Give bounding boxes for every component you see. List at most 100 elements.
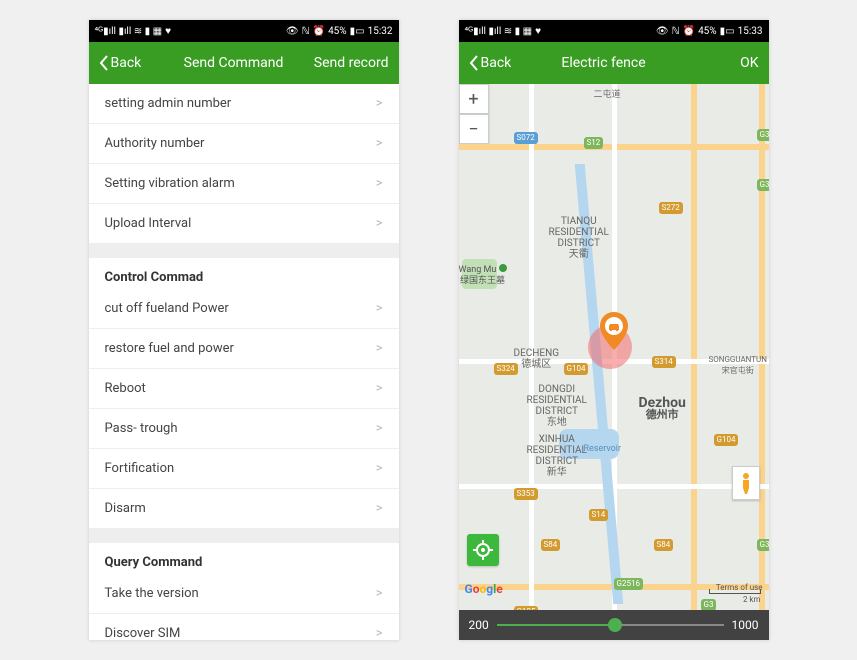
row-take-version[interactable]: Take the version > bbox=[89, 574, 399, 614]
map-label-wangmu: Wang Mu 绿国东王墓 bbox=[459, 264, 507, 287]
back-label: Back bbox=[111, 55, 142, 71]
section-control-command: Control Commad bbox=[89, 258, 399, 289]
highway bbox=[759, 84, 765, 610]
battery-level: 45% bbox=[328, 26, 347, 37]
row-upload-interval[interactable]: Upload Interval > bbox=[89, 204, 399, 244]
eye-icon: 👁 bbox=[286, 26, 299, 37]
road-shield: S324 bbox=[494, 363, 518, 375]
chevron-right-icon: > bbox=[376, 461, 383, 476]
chevron-right-icon: > bbox=[376, 216, 383, 231]
row-authority-number[interactable]: Authority number> bbox=[89, 124, 399, 164]
status-bar: ⁴ᴳ▮ıll ▮ıll ≋ ▮ ▦ ♥ 👁 ℕ ⏰ 45% ▮▭ 15:32 bbox=[89, 20, 399, 42]
radius-slider-bar: 200 1000 bbox=[459, 610, 769, 640]
chevron-left-icon bbox=[99, 55, 109, 71]
zoom-in-button[interactable]: + bbox=[459, 84, 489, 114]
road-shield: G3 bbox=[757, 179, 769, 191]
locate-button[interactable] bbox=[467, 534, 499, 566]
chevron-right-icon: > bbox=[376, 341, 383, 356]
row-admin-number[interactable]: setting admin number> bbox=[89, 84, 399, 124]
chevron-right-icon: > bbox=[376, 136, 383, 151]
pegman-button[interactable] bbox=[732, 466, 760, 500]
road-shield: S84 bbox=[541, 539, 561, 551]
heart-icon: ♥ bbox=[165, 26, 171, 37]
page-title: Send Command bbox=[184, 55, 284, 71]
chevron-right-icon: > bbox=[376, 381, 383, 396]
scale-text: 2 km bbox=[743, 595, 761, 604]
road-shield: G3 bbox=[757, 129, 769, 141]
row-label: Take the version bbox=[105, 586, 199, 601]
back-button[interactable]: Back bbox=[99, 55, 159, 71]
road-shield: S12 bbox=[584, 137, 604, 149]
clock: 15:32 bbox=[368, 26, 393, 37]
row-label: Fortification bbox=[105, 461, 175, 476]
map-label-reservoir: Reservoir bbox=[584, 444, 622, 455]
map-label-songguantun: SONGGUANTUN宋官屯街 bbox=[709, 354, 767, 376]
chevron-right-icon: > bbox=[376, 301, 383, 316]
road-shield: S353 bbox=[514, 488, 538, 500]
map-label-decheng: DECHENG德城区 bbox=[514, 348, 560, 370]
row-vibration-alarm[interactable]: Setting vibration alarm> bbox=[89, 164, 399, 204]
road-shield: S272 bbox=[659, 202, 683, 214]
map-label-dongdi: DONGDIRESIDENTIALDISTRICT东地 bbox=[527, 384, 587, 428]
row-cutoff-fuel-power[interactable]: cut off fueland Power > bbox=[89, 289, 399, 329]
chevron-right-icon: > bbox=[376, 626, 383, 640]
row-label: Discover SIM bbox=[105, 626, 181, 640]
alarm-icon: ⏰ bbox=[313, 26, 325, 37]
road-shield: G104 bbox=[564, 363, 589, 375]
radius-slider[interactable] bbox=[497, 615, 724, 635]
row-disarm[interactable]: Disarm> bbox=[89, 489, 399, 529]
signal-icons: ⁴ᴳ▮ıll ▮ıll ≋ ▮ ▦ bbox=[465, 26, 533, 37]
ok-button[interactable]: OK bbox=[678, 55, 758, 71]
section-query-command: Query Command bbox=[89, 543, 399, 574]
nfc-icon: ℕ bbox=[302, 26, 310, 37]
eye-icon: 👁 bbox=[656, 26, 669, 37]
alarm-icon: ⏰ bbox=[683, 26, 695, 37]
vehicle-pin[interactable] bbox=[599, 312, 629, 350]
chevron-right-icon: > bbox=[376, 96, 383, 111]
row-discover-sim[interactable]: Discover SIM > bbox=[89, 614, 399, 640]
map-label-erqidao: 二屯道 bbox=[594, 90, 621, 101]
back-label: Back bbox=[481, 55, 512, 71]
map-label-xinhua: XINHUARESIDENTIALDISTRICT新华 bbox=[527, 434, 587, 478]
road-shield: G3 bbox=[757, 539, 769, 551]
chevron-right-icon: > bbox=[376, 586, 383, 601]
row-restore-fuel-power[interactable]: restore fuel and power > bbox=[89, 329, 399, 369]
road-shield: G2516 bbox=[614, 578, 643, 590]
clock: 15:33 bbox=[738, 26, 763, 37]
battery-level: 45% bbox=[698, 26, 717, 37]
slider-thumb[interactable] bbox=[608, 618, 622, 632]
row-label: Upload Interval bbox=[105, 216, 192, 231]
battery-icon: ▮▭ bbox=[350, 26, 365, 37]
chevron-right-icon: > bbox=[376, 501, 383, 516]
map-label-dezhou: Dezhou德州市 bbox=[639, 398, 686, 420]
row-label: Reboot bbox=[105, 381, 146, 396]
slider-min: 200 bbox=[469, 618, 489, 632]
chevron-left-icon bbox=[469, 55, 479, 71]
section-gap bbox=[89, 244, 399, 258]
heart-icon: ♥ bbox=[535, 26, 541, 37]
zoom-controls: + − bbox=[459, 84, 487, 144]
signal-icons: ⁴ᴳ▮ıll ▮ıll ≋ ▮ ▦ bbox=[95, 26, 163, 37]
phone-electric-fence: ⁴ᴳ▮ıll ▮ıll ≋ ▮ ▦ ♥ 👁 ℕ ⏰ 45% ▮▭ 15:33 B… bbox=[459, 20, 769, 640]
app-bar: Back Send Command Send record bbox=[89, 42, 399, 84]
back-button[interactable]: Back bbox=[469, 55, 529, 71]
chevron-right-icon: > bbox=[376, 176, 383, 191]
chevron-right-icon: > bbox=[376, 421, 383, 436]
zoom-out-button[interactable]: − bbox=[459, 114, 489, 144]
map[interactable]: TIANQURESIDENTIALDISTRICT天衢 DONGDIRESIDE… bbox=[459, 84, 769, 610]
page-title: Electric fence bbox=[561, 55, 645, 71]
battery-icon: ▮▭ bbox=[720, 26, 735, 37]
road-shield: G105 bbox=[514, 606, 539, 610]
row-reboot[interactable]: Reboot > bbox=[89, 369, 399, 409]
row-label: cut off fueland Power bbox=[105, 301, 229, 316]
google-logo: Google bbox=[465, 582, 503, 596]
row-pass-through[interactable]: Pass- trough> bbox=[89, 409, 399, 449]
road-shield: S072 bbox=[514, 132, 538, 144]
row-fortification[interactable]: Fortification > bbox=[89, 449, 399, 489]
row-label: restore fuel and power bbox=[105, 341, 234, 356]
road-shield: G104 bbox=[714, 434, 739, 446]
road-shield: S314 bbox=[652, 356, 676, 368]
send-record-button[interactable]: Send record bbox=[308, 55, 388, 71]
road-shield: S14 bbox=[589, 509, 609, 521]
app-bar: Back Electric fence OK bbox=[459, 42, 769, 84]
